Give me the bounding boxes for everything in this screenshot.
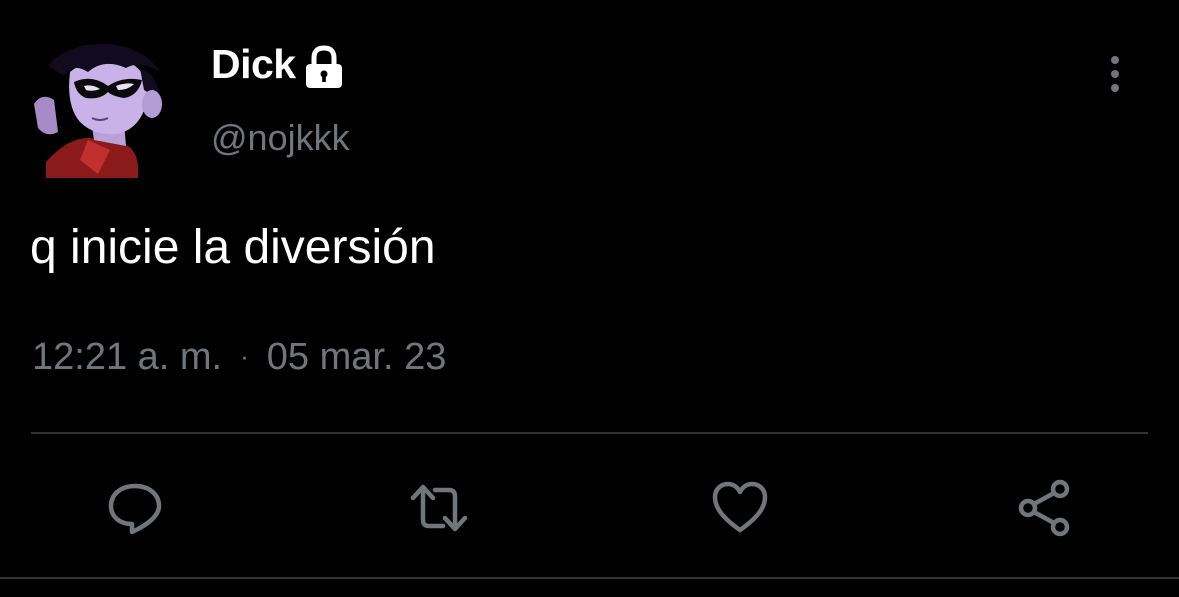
tweet-date: 05 mar. 23 — [266, 336, 447, 378]
avatar-image — [28, 42, 180, 178]
reply-icon — [108, 483, 162, 535]
lock-icon — [301, 44, 347, 90]
display-name[interactable]: Dick — [211, 44, 296, 85]
bottom-divider — [0, 577, 1179, 579]
separator-dot: · — [240, 341, 249, 371]
like-icon — [712, 481, 768, 533]
share-icon — [1018, 479, 1070, 537]
user-handle[interactable]: @nojkkk — [211, 120, 350, 156]
tweet-timestamp[interactable]: 12:21 a. m. · 05 mar. 23 — [32, 338, 446, 376]
retweet-button[interactable] — [407, 476, 471, 540]
tweet-time: 12:21 a. m. — [32, 336, 223, 378]
share-button[interactable] — [1012, 476, 1076, 540]
divider — [31, 432, 1148, 434]
tweet-text: q inicie la diversión — [30, 221, 436, 274]
retweet-icon — [410, 484, 468, 532]
reply-button[interactable] — [103, 476, 167, 540]
avatar[interactable] — [28, 42, 180, 178]
like-button[interactable] — [708, 476, 772, 540]
more-vertical-icon[interactable] — [1098, 54, 1132, 96]
